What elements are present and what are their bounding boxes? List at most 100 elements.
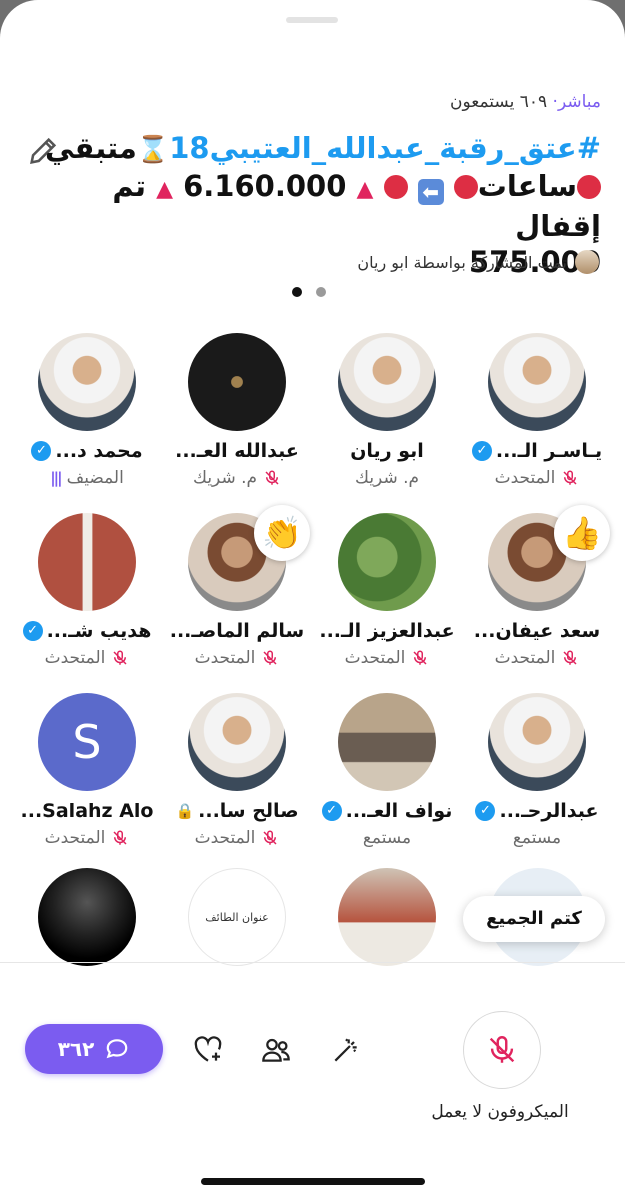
participant-card[interactable]: صالح سا... 🔒 المتحدث	[162, 693, 312, 849]
participant-role: المتحدث	[194, 648, 256, 668]
shared-by-text: تمت المشاركة بواسطة ابو ريان	[357, 252, 567, 272]
comments-button[interactable]: ٣٦٢	[25, 1024, 163, 1074]
avatar[interactable]: S	[38, 693, 136, 791]
participant-name-row: صالح سا... 🔒	[162, 799, 312, 823]
participant-name-row: يـاسـر الـ... ✓	[462, 439, 612, 463]
hourglass-icon: ⌛	[136, 135, 170, 165]
avatar[interactable]	[38, 513, 136, 611]
people-icon[interactable]	[260, 1034, 292, 1066]
participant-name: سالم الماصـ...	[169, 620, 305, 642]
avatar[interactable]	[188, 693, 286, 791]
participant-card[interactable]: يـاسـر الـ... ✓ المتحدث	[462, 333, 612, 489]
participant-role: المتحدث	[194, 828, 256, 848]
participant-name-row: ابو ريان	[312, 439, 462, 463]
home-indicator[interactable]	[201, 1178, 425, 1185]
participant-role: م. شريك	[193, 468, 258, 488]
avatar-wrapper	[38, 513, 136, 611]
participant-role: المتحدث	[494, 648, 556, 668]
avatar[interactable]	[338, 693, 436, 791]
participant-card[interactable]: هديب شـ... ✓ المتحدث	[12, 513, 162, 669]
microphone-button[interactable]	[463, 1011, 541, 1089]
avatar	[575, 250, 599, 274]
live-label: مباشر·	[552, 92, 601, 112]
title-hashtag[interactable]: #عتق_رقبة_عبدالله_العتيبي18	[169, 131, 601, 165]
magic-wand-icon[interactable]	[330, 1034, 362, 1066]
space-sheet: مباشر· ٦٠٩ يستمعون #عتق_رقبة_عبدالله_الع…	[0, 0, 625, 1200]
participant-name: محمد د...	[55, 440, 143, 462]
mute-all-button[interactable]: كتم الجميع	[463, 896, 605, 942]
live-status: مباشر· ٦٠٩ يستمعون	[450, 92, 601, 112]
participant-card[interactable]: محمد د... ✓ المضيف |||	[12, 333, 162, 489]
avatar[interactable]: عنوان الطائف	[188, 868, 286, 966]
participant-name-row: Salahz Alo...	[12, 799, 162, 823]
shared-by[interactable]: تمت المشاركة بواسطة ابو ريان	[357, 250, 599, 274]
comments-count: ٣٦٢	[57, 1037, 95, 1061]
avatar[interactable]	[488, 333, 586, 431]
participant-name-row: عبدالرحـ... ✓	[462, 799, 612, 823]
red-circle-icon	[453, 175, 478, 199]
participant-name: Salahz Alo...	[20, 800, 154, 822]
participant-name-row: عبدالعزيز الـ...	[312, 619, 462, 643]
mic-off-icon	[113, 830, 127, 845]
participant-name: يـاسـر الـ...	[495, 440, 603, 462]
title-remaining: متبقي	[45, 131, 137, 165]
speaking-bars-icon: |||	[50, 469, 63, 487]
participant-name: نواف العـ...	[345, 800, 453, 822]
participant-role: المتحدث	[44, 648, 106, 668]
page-dot-active[interactable]	[292, 287, 302, 297]
participant-card[interactable]: S Salahz Alo... المتحدث	[12, 693, 162, 849]
mic-off-icon	[263, 830, 277, 845]
participant-card[interactable]: 👍 سعد عيفان... المتحدث	[462, 505, 612, 669]
avatar[interactable]	[338, 513, 436, 611]
mic-off-icon	[263, 650, 277, 665]
participant-role-row: المتحدث	[162, 827, 312, 849]
participant-name-row: نواف العـ... ✓	[312, 799, 462, 823]
participant-role-row: م. شريك	[312, 467, 462, 489]
participant-card[interactable]: 👏 سالم الماصـ... المتحدث	[162, 505, 312, 669]
avatar-wrapper	[488, 333, 586, 431]
avatar-wrapper	[188, 693, 286, 791]
lock-icon: 🔒	[175, 802, 195, 820]
participant-card[interactable]: نواف العـ... ✓ مستمع	[312, 693, 462, 849]
participant-card[interactable]: عبدالعزيز الـ... المتحدث	[312, 513, 462, 669]
avatar[interactable]	[38, 333, 136, 431]
participant-name-row: عبدالله العـ...	[162, 439, 312, 463]
avatar[interactable]	[338, 868, 436, 966]
participant-name-row: محمد د... ✓	[12, 439, 162, 463]
participant-role: المتحدث	[44, 828, 106, 848]
title-amount: 6.160.000	[183, 169, 347, 203]
location-card-text: عنوان الطائف	[205, 910, 269, 924]
avatar-wrapper	[338, 513, 436, 611]
heart-plus-icon[interactable]	[192, 1034, 224, 1066]
clap-reaction-icon: 👏	[254, 505, 310, 561]
left-arrow-icon: ⬅	[417, 179, 444, 205]
participant-card[interactable]: ابو ريان م. شريك	[312, 333, 462, 489]
participant-name: صالح سا...	[198, 800, 299, 822]
participant-role: م. شريك	[355, 468, 420, 488]
participant-card[interactable]: عبدالله العـ... م. شريك	[162, 333, 312, 489]
red-triangle-icon: ▲	[356, 177, 374, 202]
mic-off-icon	[113, 650, 127, 665]
red-triangle-icon: ▲	[156, 177, 173, 202]
participant-name: هديب شـ...	[46, 620, 152, 642]
mic-off-icon	[489, 1036, 515, 1063]
participant-name: عبدالرحـ...	[499, 800, 599, 822]
mic-off-icon	[563, 650, 577, 665]
sheet-grabber[interactable]	[286, 17, 338, 23]
participant-role: المتحدث	[344, 648, 406, 668]
page-dot[interactable]	[316, 287, 326, 297]
avatar-wrapper	[488, 693, 586, 791]
avatar[interactable]	[488, 693, 586, 791]
avatar-wrapper	[338, 693, 436, 791]
avatar[interactable]	[38, 868, 136, 966]
participant-role-row: المضيف |||	[12, 467, 162, 489]
verified-badge-icon: ✓	[31, 441, 52, 461]
participant-card[interactable]: عبدالرحـ... ✓ مستمع	[462, 693, 612, 849]
avatar-wrapper	[188, 333, 286, 431]
avatar[interactable]	[338, 333, 436, 431]
participant-role-row: المتحدث	[462, 467, 612, 489]
avatar[interactable]	[188, 333, 286, 431]
participant-role: المتحدث	[494, 468, 556, 488]
divider	[0, 962, 625, 963]
participant-name-row: سعد عيفان...	[462, 619, 612, 643]
